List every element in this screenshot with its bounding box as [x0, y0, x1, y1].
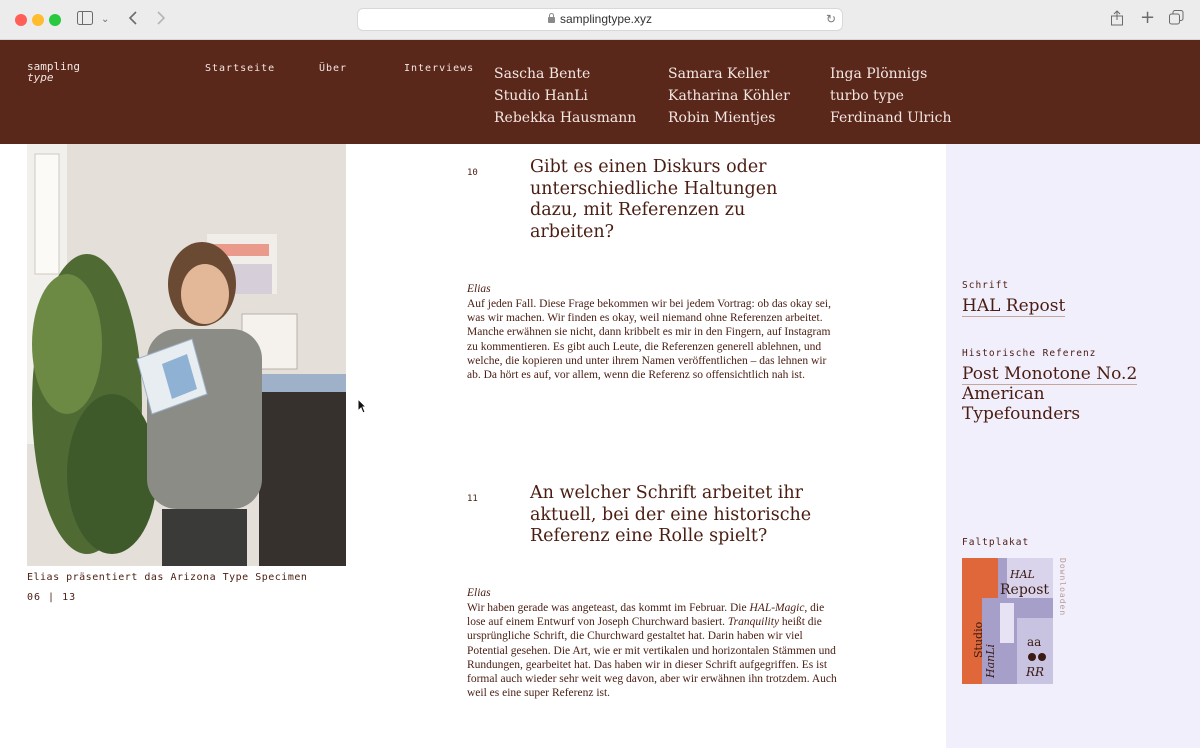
font-name-emphasis: Tranquility [727, 616, 780, 629]
mouse-cursor-icon [357, 397, 368, 418]
answer-text-part: heißt die ursprüngliche Schrift, die Chu… [467, 616, 837, 700]
chevron-down-icon[interactable]: ⌄ [101, 10, 109, 30]
lock-icon [547, 13, 555, 23]
font-name-emphasis: HAL-Magic [749, 602, 805, 614]
zoom-window-button[interactable] [49, 14, 61, 26]
font-label: Schrift [962, 280, 1010, 291]
nav-startseite[interactable]: Startseite [205, 63, 275, 74]
studio-link[interactable]: Studio HanLi [494, 85, 636, 107]
answer-speaker: Elias [467, 283, 491, 295]
url-text: samplingtype.xyz [559, 12, 653, 26]
back-arrow-icon[interactable] [128, 10, 138, 30]
tab-overview-icon[interactable] [1169, 10, 1184, 30]
browser-toolbar: ⌄ samplingtype.xyz ↻ + [0, 0, 1200, 40]
studio-list-column-2: Samara Keller Katharina Köhler Robin Mie… [668, 63, 790, 129]
photo-pager[interactable]: 06 | 13 [27, 592, 76, 603]
answer-text: Auf jeden Fall. Diese Frage bekommen wir… [467, 298, 831, 382]
reload-icon[interactable]: ↻ [826, 9, 836, 30]
studio-link[interactable]: Inga Plönnigs [830, 63, 951, 85]
photo-caption: Elias präsentiert das Arizona Type Speci… [27, 572, 308, 583]
studio-link[interactable]: Ferdinand Ulrich [830, 107, 951, 129]
question-title: Gibt es einen Diskurs oder unterschiedli… [530, 157, 778, 242]
font-link-text: HAL Repost [962, 296, 1066, 317]
historical-reference-link[interactable]: Post Monotone No.2 American Typefounders [962, 364, 1138, 424]
poster-thumbnail[interactable]: HAL Repost Studio HanLi aa RR [962, 558, 1053, 684]
studio-link[interactable]: Robin Mientjes [668, 107, 790, 129]
font-link[interactable]: HAL Repost [962, 296, 1066, 317]
question-number: 11 [467, 494, 478, 504]
studio-link[interactable]: Samara Keller [668, 63, 790, 85]
studio-list-column-1: Sascha Bente Studio HanLi Rebekka Hausma… [494, 63, 636, 129]
studio-link[interactable]: turbo type [830, 85, 951, 107]
share-icon[interactable] [1110, 10, 1124, 31]
question-number: 10 [467, 168, 478, 178]
address-bar[interactable]: samplingtype.xyz ↻ [357, 8, 843, 31]
site-header: sampling type Startseite Über Interviews… [0, 40, 1200, 144]
poster-studio-line2: HanLi [984, 644, 997, 679]
new-tab-icon[interactable]: + [1140, 8, 1155, 28]
poster-title: Repost [1000, 582, 1049, 598]
poster-glyph-line1: aa [1027, 635, 1041, 649]
reference-line: Typefounders [962, 404, 1081, 424]
close-window-button[interactable] [15, 14, 27, 26]
site-logo[interactable]: sampling type [27, 61, 80, 83]
forward-arrow-icon[interactable] [156, 10, 166, 30]
download-link[interactable]: Downloaden [1058, 558, 1067, 616]
historical-reference-label: Historische Referenz [962, 348, 1097, 359]
poster-label: Faltplakat [962, 537, 1030, 548]
studio-link[interactable]: Rebekka Hausmann [494, 107, 636, 129]
poster-glyph-line2: RR [1025, 665, 1044, 679]
poster-title-script: HAL [1009, 568, 1035, 581]
answer-text-part: Wir haben gerade was angeteast, das komm… [467, 602, 750, 614]
studio-link[interactable]: Sascha Bente [494, 63, 636, 85]
answer-speaker: Elias [467, 587, 491, 599]
question-title: An welcher Schrift arbeitet ihr aktuell,… [530, 483, 812, 546]
nav-interviews[interactable]: Interviews [404, 63, 474, 74]
studio-link[interactable]: Katharina Köhler [668, 85, 790, 107]
answer-text: Wir haben gerade was angeteast, das komm… [467, 601, 839, 700]
reference-line: Post Monotone No.2 [962, 364, 1138, 385]
sidebar-toggle-icon[interactable] [77, 10, 93, 30]
minimize-window-button[interactable] [32, 14, 44, 26]
logo-line-2: type [27, 71, 54, 84]
nav-ueber[interactable]: Über [319, 63, 347, 74]
studio-list-column-3: Inga Plönnigs turbo type Ferdinand Ulric… [830, 63, 951, 129]
reference-line: American [962, 384, 1045, 404]
interview-photo [27, 144, 346, 566]
